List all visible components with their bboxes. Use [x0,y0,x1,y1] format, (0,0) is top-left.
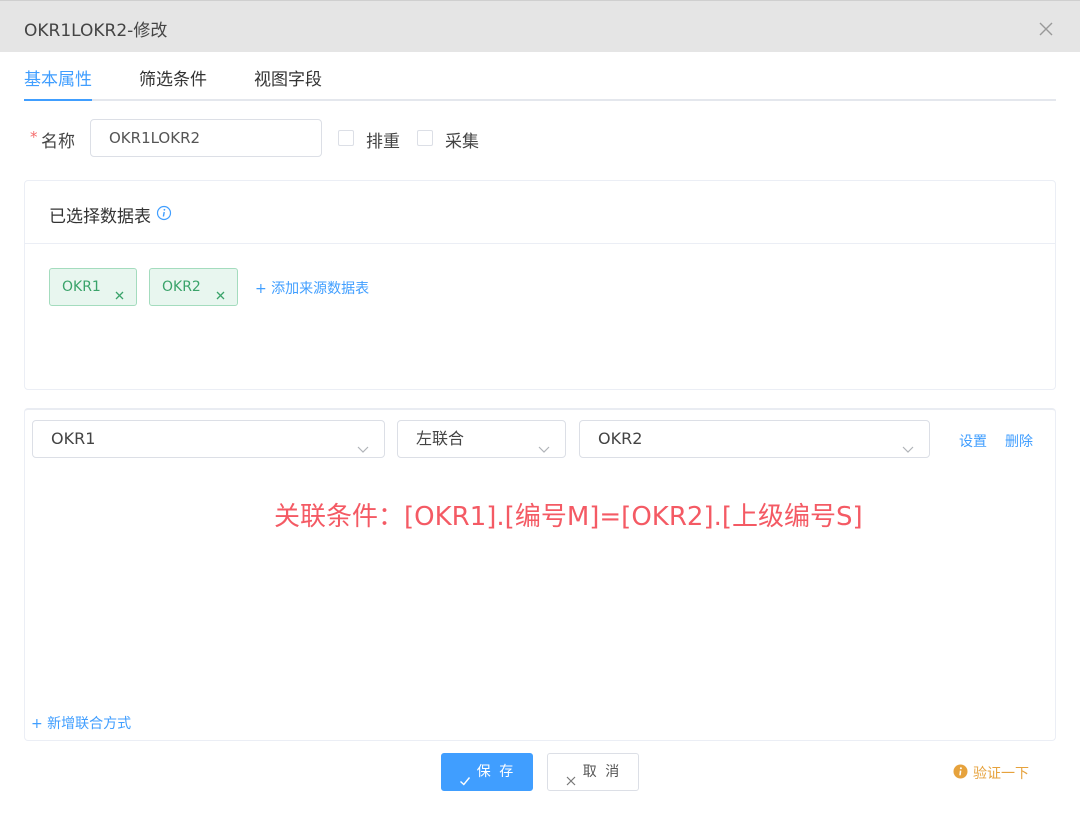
close-icon [565,765,577,786]
name-input[interactable] [90,119,322,157]
join-type-select[interactable]: 左联合 [397,420,566,458]
selected-tables-card: 已选择数据表 OKR1 OKR2 + 添加来源数据表 [24,180,1056,390]
chevron-down-icon [537,433,551,453]
required-mark: * [30,128,38,146]
info-icon[interactable] [156,205,172,221]
check-icon [459,765,471,786]
tab-basic-properties[interactable]: 基本属性 [24,65,92,90]
tab-bar: 基本属性 筛选条件 视图字段 [24,52,1056,101]
selected-tables-title: 已选择数据表 [49,207,151,227]
join-config-card: OKR1 左联合 OKR2 设置 删除 关联条件：[OKR1].[编号M]=[O… [24,408,1056,741]
table-tag-label: OKR1 [62,279,101,295]
cancel-label: 取 消 [582,764,622,780]
close-icon[interactable] [1036,19,1056,39]
join-type-value: 左联合 [416,429,465,448]
table-tag-okr2: OKR2 [149,268,238,306]
chevron-down-icon [901,433,915,453]
dialog-title: OKR1LOKR2-修改 [24,21,168,41]
collect-label[interactable]: 采集 [445,127,479,152]
tab-view-fields[interactable]: 视图字段 [254,65,322,90]
warning-icon [953,764,968,779]
left-table-value: OKR1 [51,429,96,448]
dedupe-label[interactable]: 排重 [366,127,400,152]
add-source-table-link[interactable]: + 添加来源数据表 [255,278,369,298]
add-join-link[interactable]: + 新增联合方式 [31,713,131,733]
remove-tag-icon[interactable] [214,280,227,300]
edit-dialog: OKR1LOKR2-修改 基本属性 筛选条件 视图字段 * 名称 排重 采集 已… [0,0,1080,813]
verify-label: 验证一下 [973,766,1029,782]
selected-tables-header: 已选择数据表 [25,181,1055,244]
right-table-value: OKR2 [598,429,643,448]
remove-tag-icon[interactable] [113,280,126,300]
dialog-header: OKR1LOKR2-修改 [0,0,1080,52]
active-tab-indicator [24,99,92,101]
save-label: 保 存 [476,764,516,780]
tab-filter-conditions[interactable]: 筛选条件 [139,65,207,90]
cancel-button[interactable]: 取 消 [547,753,639,791]
dedupe-checkbox[interactable] [338,130,354,146]
chevron-down-icon [356,433,370,453]
join-condition-text: 关联条件：[OKR1].[编号M]=[OKR2].[上级编号S] [274,502,863,532]
right-table-select[interactable]: OKR2 [579,420,930,458]
collect-checkbox[interactable] [417,130,433,146]
table-tag-okr1: OKR1 [49,268,137,306]
save-button[interactable]: 保 存 [441,753,533,791]
name-label: 名称 [41,132,75,152]
table-tag-label: OKR2 [162,279,201,295]
join-delete-link[interactable]: 删除 [1005,431,1033,451]
join-settings-link[interactable]: 设置 [959,431,987,451]
left-table-select[interactable]: OKR1 [32,420,385,458]
